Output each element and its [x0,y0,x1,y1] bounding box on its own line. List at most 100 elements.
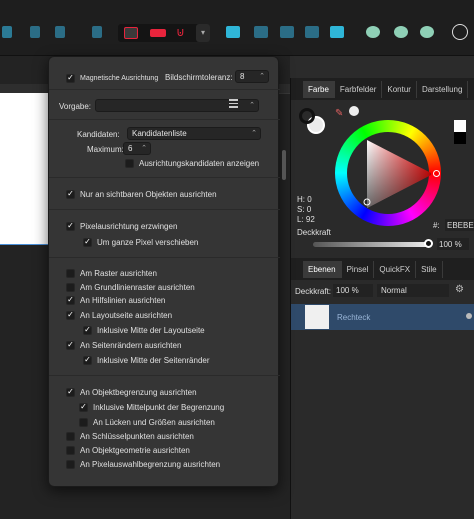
arrange-icon[interactable] [226,26,240,38]
tab-kontur[interactable]: Kontur [382,80,417,98]
geometry-checkbox[interactable] [66,445,75,455]
layout-checkbox[interactable]: ✓ [66,310,75,320]
pixel-selection-label: An Pixelauswahlbegrenzung ausrichten [80,459,221,469]
visible-only-row[interactable]: ✓ Nur an sichtbaren Objekten ausrichten [66,188,217,200]
object-bounds-checkbox[interactable]: ✓ [66,387,75,397]
magnetic-checkbox[interactable]: ✓ [66,73,75,83]
candidates-select[interactable]: Kandidatenliste ⌃ [127,127,261,140]
separator [49,375,280,376]
magnetic-row[interactable]: ✓ Magnetische Ausrichtung [66,72,158,84]
maximum-select[interactable]: 6 ⌃ [123,142,151,155]
whole-pixels-label: Um ganze Pixel verschieben [97,237,199,247]
guides-row[interactable]: ✓ An Hilfslinien ausrichten [66,294,165,306]
baseline-grid-label: Am Grundlinienraster ausrichten [80,282,195,292]
whole-pixels-row[interactable]: ✓ Um ganze Pixel verschieben [83,236,198,248]
page-edges-checkbox[interactable]: ✓ [66,340,75,350]
opacity-field[interactable]: 100 % [437,238,469,250]
magnet-icon[interactable]: ⊍ [176,25,190,39]
layout-mid-checkbox[interactable]: ✓ [83,325,92,335]
tab-farbfelder[interactable]: Farbfelder [335,80,383,98]
snapping-grid-icon[interactable] [124,27,138,39]
tab-pinsel[interactable]: Pinsel [342,260,375,278]
arrange-back-icon[interactable] [254,26,268,38]
blend-mode-select[interactable]: Normal [377,284,449,297]
baseline-grid-checkbox[interactable] [66,282,75,292]
tolerance-select[interactable]: 8 ⌃ [235,70,269,83]
snapping-toggle-icon[interactable] [150,29,166,37]
show-candidates-row[interactable]: Ausrichtungskandidaten anzeigen [125,157,259,169]
boolean-intersect-icon[interactable] [420,26,434,38]
color-history-swatches[interactable] [454,120,466,144]
gear-icon[interactable]: ⚙ [455,284,464,295]
boolean-subtract-icon[interactable] [394,26,408,38]
opacity-label: Deckkraft [297,228,331,237]
separator [49,257,280,258]
align-center-icon[interactable] [30,26,40,38]
page-edges-mid-row[interactable]: ✓ Inklusive Mitte der Seitenränder [83,354,210,366]
geometry-label: An Objektgeometrie ausrichten [80,445,190,455]
arrange-front-icon[interactable] [305,26,319,38]
page-edges-mid-checkbox[interactable]: ✓ [83,355,92,365]
snapping-dropdown-button[interactable]: ▾ [196,24,210,42]
saturation-value: S: 0 [297,205,312,214]
visible-only-checkbox[interactable]: ✓ [66,189,75,199]
tab-ebenen[interactable]: Ebenen [303,260,342,278]
tab-farbe[interactable]: Farbe [303,80,335,98]
arrange-forward-icon[interactable] [280,26,294,38]
gaps-checkbox[interactable] [79,417,88,427]
page-edges-row[interactable]: ✓ An Seitenrändern ausrichten [66,339,181,351]
pixel-selection-row[interactable]: An Pixelauswahlbegrenzung ausrichten [66,458,220,470]
bounds-mid-row[interactable]: ✓ Inklusive Mittelpunkt der Begrenzung [79,401,224,413]
geometry-row[interactable]: An Objektgeometrie ausrichten [66,444,190,456]
pixel-selection-checkbox[interactable] [66,459,75,469]
geometry-icon[interactable] [330,26,344,38]
layout-mid-row[interactable]: ✓ Inklusive Mitte der Layoutseite [83,324,205,336]
popup-scrollbar[interactable] [282,150,286,180]
align-right-icon[interactable] [55,26,65,38]
hex-label: #: [433,221,440,230]
document-page[interactable] [0,93,50,245]
guides-checkbox[interactable]: ✓ [66,295,75,305]
object-bounds-row[interactable]: ✓ An Objektbegrenzung ausrichten [66,386,197,398]
separator [49,177,280,178]
eyedropper-icon[interactable]: ✎ [335,108,349,119]
pixel-align-label: Pixelausrichtung erzwingen [80,221,178,231]
layer-thumbnail [305,305,329,329]
keypoints-row[interactable]: An Schlüsselpunkten ausrichten [66,430,194,442]
whole-pixels-checkbox[interactable]: ✓ [83,237,92,247]
layout-row[interactable]: ✓ An Layoutseite ausrichten [66,309,172,321]
color-triangle[interactable] [347,132,431,216]
boolean-add-icon[interactable] [366,26,380,38]
align-left-icon[interactable] [2,26,12,38]
opacity-slider[interactable] [313,242,429,247]
hue-handle[interactable] [433,170,440,177]
separator [49,209,280,210]
layer-opacity-label: Deckkraft: [295,287,332,296]
baseline-grid-row[interactable]: Am Grundlinienraster ausrichten [66,281,195,293]
user-icon[interactable] [452,24,468,40]
tolerance-label: Bildschirmtoleranz: [165,73,233,82]
opacity-slider-handle[interactable] [424,239,433,248]
pixel-align-checkbox[interactable]: ✓ [66,221,75,231]
layer-visibility-dot[interactable] [466,313,472,319]
preset-label: Vorgabe: [59,102,92,111]
distribute-icon[interactable] [92,26,102,38]
layer-opacity-field[interactable]: 100 % [333,284,373,297]
hex-field[interactable]: EBEBEB [445,219,474,231]
grid-label: Am Raster ausrichten [80,268,157,278]
layer-row[interactable]: Rechteck [291,304,474,330]
tab-darstellung[interactable]: Darstellung [417,80,469,98]
pixel-align-row[interactable]: ✓ Pixelausrichtung erzwingen [66,220,177,232]
tab-stile[interactable]: Stile [416,260,443,278]
keypoints-label: An Schlüsselpunkten ausrichten [80,431,194,441]
show-candidates-checkbox[interactable] [125,158,134,168]
gaps-row[interactable]: An Lücken und Größen ausrichten [79,416,215,428]
keypoints-checkbox[interactable] [66,431,75,441]
layers-panel-tabs: Ebenen Pinsel QuickFX Stile [291,258,474,280]
bounds-mid-checkbox[interactable]: ✓ [79,402,88,412]
transparent-swatch[interactable] [349,106,359,116]
stroke-swatch[interactable] [299,108,315,124]
grid-checkbox[interactable] [66,268,75,278]
tab-quickfx[interactable]: QuickFX [374,260,417,278]
grid-row[interactable]: Am Raster ausrichten [66,267,157,279]
